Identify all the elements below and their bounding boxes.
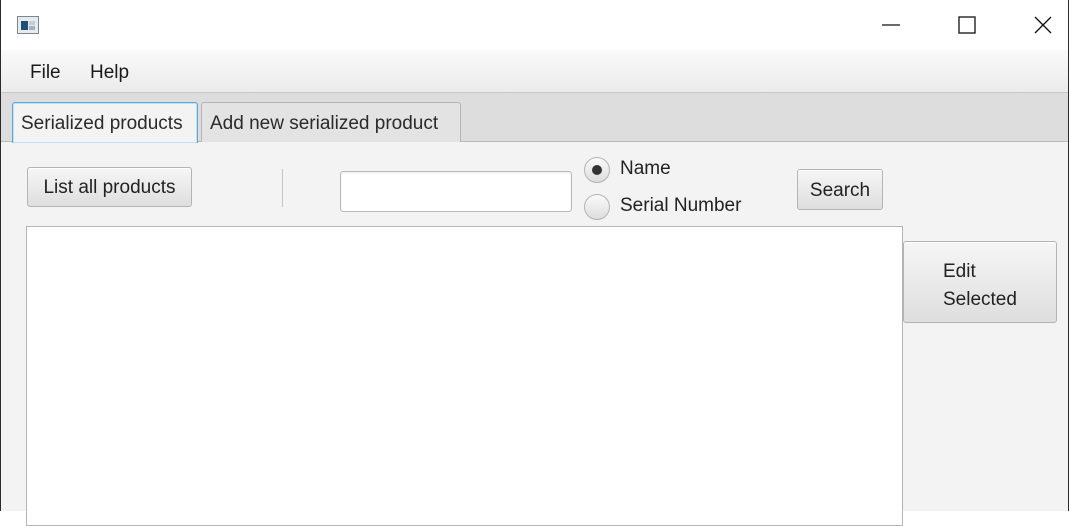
tab-serialized-products[interactable]: Serialized products	[12, 102, 198, 143]
products-list[interactable]	[26, 226, 903, 526]
close-icon	[1034, 16, 1052, 34]
radio-serial-number-label: Serial Number	[620, 195, 742, 216]
close-button[interactable]	[1005, 0, 1069, 50]
radio-name[interactable]: Name	[584, 156, 764, 184]
list-all-products-button[interactable]: List all products	[27, 167, 192, 207]
menu-help[interactable]: Help	[90, 62, 129, 84]
tab-header: Serialized products Add new serialized p…	[1, 93, 1068, 143]
edit-selected-button[interactable]: Edit Selected	[903, 241, 1057, 323]
menu-file[interactable]: File	[30, 62, 61, 84]
radio-serial-number[interactable]: Serial Number	[584, 193, 764, 221]
tab-add-new-serialized-product[interactable]: Add new serialized product	[201, 102, 461, 142]
radio-selected-dot	[592, 165, 602, 175]
search-button[interactable]: Search	[797, 169, 883, 210]
minimize-button[interactable]	[853, 0, 929, 50]
minimize-icon	[882, 24, 900, 26]
radio-serial-number-circle[interactable]	[584, 194, 610, 220]
menu-bar: File Help	[1, 50, 1068, 93]
app-icon	[17, 16, 39, 34]
maximize-icon	[958, 16, 976, 34]
toolbar-separator	[282, 169, 283, 207]
radio-name-label: Name	[620, 158, 671, 179]
radio-name-circle[interactable]	[584, 157, 610, 183]
maximize-button[interactable]	[929, 0, 1005, 50]
search-input[interactable]	[340, 171, 572, 212]
application-window: File Help Serialized products Add new se…	[0, 0, 1069, 526]
title-bar[interactable]	[1, 0, 1068, 50]
